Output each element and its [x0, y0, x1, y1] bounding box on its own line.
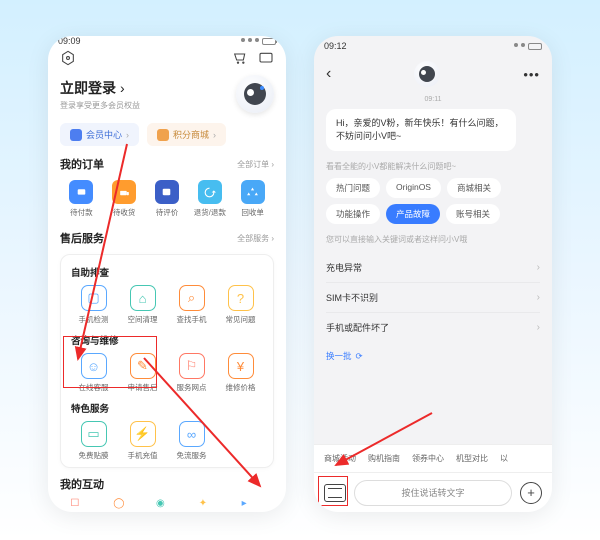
hint-text-2: 您可以直接输入关键词或者这样问小V哦	[326, 234, 540, 245]
order-pending-pay[interactable]: 待付款	[60, 180, 103, 218]
chip-mall[interactable]: 商城相关	[447, 178, 501, 198]
special-title: 特色服务	[71, 401, 265, 415]
chevron-right-icon: ›	[537, 322, 540, 333]
special-recharge[interactable]: ⚡手机充值	[118, 421, 167, 461]
faq-item[interactable]: 手机或配件坏了›	[326, 313, 540, 342]
cart-icon[interactable]	[232, 50, 248, 69]
interact-title: 我的互动	[60, 476, 104, 492]
login-link[interactable]: 立即登录	[60, 78, 140, 98]
chevron-right-icon: ›	[126, 130, 129, 140]
back-button[interactable]: ‹	[326, 65, 331, 83]
quick-link[interactable]: 机型对比	[456, 453, 488, 464]
interact-item[interactable]: ☐	[60, 498, 103, 512]
statusbar-right: 09:12	[314, 36, 552, 56]
points-mall-pill[interactable]: 积分商城 ›	[147, 123, 226, 146]
quick-links: 商城活动 购机指南 领券中心 机型对比 以	[314, 444, 552, 472]
quick-link[interactable]: 商城活动	[324, 453, 356, 464]
order-pending-review[interactable]: 待评价	[146, 180, 189, 218]
consult-online-service[interactable]: ☺在线客服	[69, 353, 118, 393]
member-badge-icon	[70, 129, 82, 141]
selfcheck-faq[interactable]: ?常见问题	[216, 285, 265, 325]
chevron-right-icon: ›	[537, 292, 540, 303]
chevron-right-icon: ›	[213, 130, 216, 140]
chip-account[interactable]: 账号相关	[446, 204, 500, 224]
more-menu[interactable]: •••	[523, 67, 540, 82]
order-refund[interactable]: 退货/退款	[188, 180, 231, 218]
consult-repair-price[interactable]: ¥维修价格	[216, 353, 265, 393]
consult-apply[interactable]: ✎申请售后	[118, 353, 167, 393]
points-badge-icon	[157, 129, 169, 141]
selfcheck-title: 自助排查	[71, 265, 265, 279]
interact-item[interactable]: ✦	[188, 498, 231, 512]
member-center-pill[interactable]: 会员中心 ›	[60, 123, 139, 146]
selfcheck-find[interactable]: ⌕查找手机	[167, 285, 216, 325]
aftersale-card: 自助排查 ▢手机检测 ⌂空间清理 ⌕查找手机 ?常见问题 咨询与维修 ☺在线客服…	[60, 254, 274, 468]
chip-hot[interactable]: 热门问题	[326, 178, 380, 198]
orders-more[interactable]: 全部订单	[237, 159, 274, 170]
consult-service-point[interactable]: ⚐服务网点	[167, 353, 216, 393]
phone-left: 09:09 立即登录 登录享受更多会员权	[48, 36, 286, 512]
chevron-right-icon: ›	[537, 262, 540, 273]
interact-item[interactable]: ◯	[103, 498, 146, 512]
order-recycle[interactable]: 回收单	[231, 180, 274, 218]
interact-item[interactable]: ◉	[146, 498, 189, 512]
statusbar-left: 09:09	[48, 36, 286, 46]
category-chips: 热门问题 OriginOS 商城相关 功能操作 产品故障 账号相关	[326, 178, 540, 224]
keyboard-icon[interactable]	[324, 484, 346, 502]
voice-input[interactable]: 按住说话转文字	[354, 480, 512, 506]
refresh-batch[interactable]: 换一批 ⟳	[326, 350, 363, 362]
status-time: 09:09	[58, 36, 81, 46]
selfcheck-clean[interactable]: ⌂空间清理	[118, 285, 167, 325]
order-pending-receive[interactable]: 待收货	[103, 180, 146, 218]
consult-title: 咨询与维修	[71, 333, 265, 347]
aftersale-more[interactable]: 全部服务	[237, 233, 274, 244]
status-time: 09:12	[324, 41, 347, 51]
chat-timestamp: 09:11	[326, 96, 540, 103]
faq-item[interactable]: 充电异常›	[326, 253, 540, 283]
hint-text: 看看全能的小V都能解决什么问题吧~	[326, 161, 540, 172]
add-button[interactable]: +	[520, 482, 542, 504]
status-icons	[241, 38, 276, 45]
interact-item[interactable]: ▸	[231, 498, 274, 512]
login-subtext: 登录享受更多会员权益	[60, 100, 140, 111]
input-bar: 按住说话转文字 +	[314, 472, 552, 512]
avatar[interactable]	[236, 75, 274, 113]
quick-link[interactable]: 购机指南	[368, 453, 400, 464]
quick-link[interactable]: 领券中心	[412, 453, 444, 464]
messages-icon[interactable]	[258, 50, 274, 69]
bot-message: Hi，亲爱的V粉，新年快乐！有什么问题，不妨问问小V吧~	[326, 109, 516, 151]
orders-title: 我的订单	[60, 156, 104, 172]
points-label: 积分商城	[173, 128, 209, 141]
faq-item[interactable]: SIM卡不识别›	[326, 283, 540, 313]
chip-product-fault[interactable]: 产品故障	[386, 204, 440, 224]
member-label: 会员中心	[86, 128, 122, 141]
refresh-icon: ⟳	[356, 351, 363, 362]
bot-avatar[interactable]	[414, 61, 440, 87]
special-film[interactable]: ▭免费贴膜	[69, 421, 118, 461]
chip-function[interactable]: 功能操作	[326, 204, 380, 224]
settings-gear-icon[interactable]	[60, 50, 76, 69]
special-freeflow[interactable]: ∞免流服务	[167, 421, 216, 461]
aftersale-title: 售后服务	[60, 230, 104, 246]
quick-link[interactable]: 以	[500, 453, 508, 464]
selfcheck-phone[interactable]: ▢手机检测	[69, 285, 118, 325]
chip-originos[interactable]: OriginOS	[386, 178, 441, 198]
status-icons	[514, 43, 542, 50]
phone-right: 09:12 ‹ ••• 09:11 Hi，亲爱的V粉，新年快乐！有什么问题，不妨…	[314, 36, 552, 512]
